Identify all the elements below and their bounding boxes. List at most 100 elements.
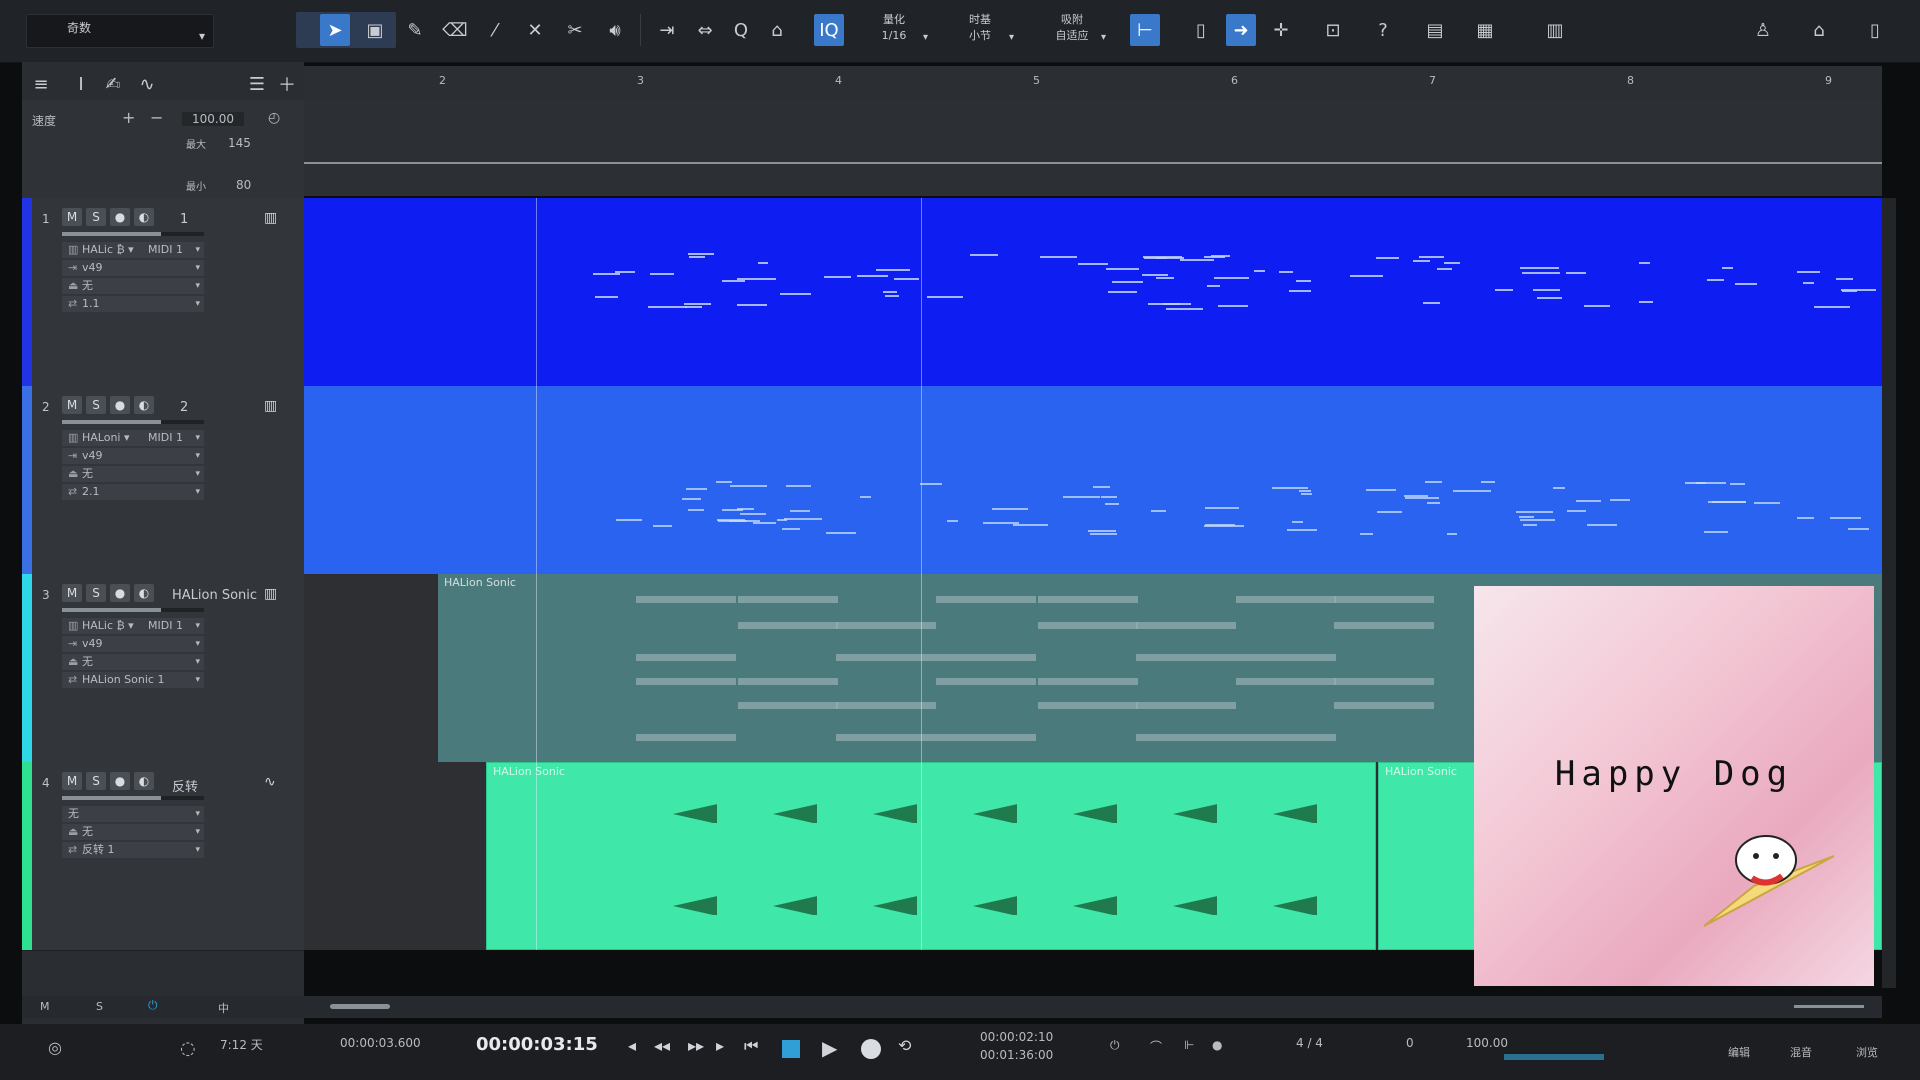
loop-end-time[interactable]: 00:01:36:00 bbox=[980, 1048, 1053, 1062]
bend-tool-icon[interactable]: ⇥ bbox=[652, 14, 682, 46]
volume-fader[interactable] bbox=[62, 232, 204, 236]
instrument-select[interactable]: ▥ HALic ₿ ▾ MIDI 1 ▾ bbox=[62, 618, 204, 634]
video-icon[interactable]: ▤ bbox=[1420, 14, 1450, 46]
window-icon[interactable]: ▯ bbox=[1860, 14, 1890, 46]
transform-icon[interactable]: ⌂ bbox=[762, 14, 792, 46]
inspector-icon[interactable]: Ⅰ bbox=[66, 68, 96, 100]
input-select[interactable]: ⇥ v49 ▾ bbox=[62, 636, 204, 652]
instrument-select[interactable]: ▥ HALoni ▾ MIDI 1 ▾ bbox=[62, 430, 204, 446]
cursor-follow-icon[interactable]: ✛ bbox=[1266, 14, 1296, 46]
iq-snap-icon[interactable]: IQ bbox=[814, 14, 844, 46]
track-name[interactable]: 2 bbox=[180, 400, 188, 415]
timebase-dropdown[interactable]: 时基 小节 ▾ bbox=[944, 12, 1016, 50]
time-signature[interactable]: 4 / 4 bbox=[1296, 1036, 1323, 1050]
user-icon[interactable]: ♙ bbox=[1748, 14, 1778, 46]
track-color-strip[interactable] bbox=[22, 574, 32, 762]
timeline-ruler[interactable]: 2 3 4 5 6 7 8 9 bbox=[304, 66, 1882, 101]
browse-tab[interactable]: 浏览 bbox=[1856, 1044, 1878, 1060]
keyboard-icon[interactable]: ▥ bbox=[264, 586, 277, 602]
solo-button[interactable]: S bbox=[86, 396, 106, 414]
mute-button[interactable]: M bbox=[62, 396, 82, 414]
fast-forward-icon[interactable]: ▸▸ bbox=[688, 1036, 704, 1055]
audio-wave-icon[interactable]: ∿ bbox=[264, 774, 276, 790]
vertical-scrollbar[interactable] bbox=[1882, 198, 1896, 988]
layout-icon[interactable]: ▥ bbox=[1540, 14, 1570, 46]
return-to-zero-icon[interactable]: ⏮ bbox=[744, 1036, 758, 1056]
track-header-1[interactable]: 1 M S ● ◐ 1 ▥ ▥ HALic ₿ ▾ MIDI 1 ▾ ⇥ v49 ▾ ⏏ 无 ▾ ⇄ 1.1 ▾ bbox=[22, 198, 304, 387]
input-select[interactable]: ⇥ v49 ▾ bbox=[62, 448, 204, 464]
home-icon[interactable]: ⌂ bbox=[1804, 14, 1834, 46]
track-2-event[interactable] bbox=[304, 386, 1882, 574]
scroll-thumb[interactable] bbox=[330, 1004, 390, 1009]
timecode-icon[interactable]: ⊡ bbox=[1318, 14, 1348, 46]
volume-fader[interactable] bbox=[62, 796, 204, 800]
track-color-strip[interactable] bbox=[22, 386, 32, 574]
footer-mute-label[interactable]: M bbox=[40, 1000, 50, 1013]
track-lane-2[interactable] bbox=[304, 386, 1882, 574]
transpose-value[interactable]: 0 bbox=[1406, 1036, 1414, 1050]
stop-button[interactable] bbox=[782, 1040, 800, 1058]
follow-icon[interactable]: ➜ bbox=[1226, 14, 1256, 46]
track-header-3[interactable]: 3 M S ● ◐ HALion Sonic ▥ ▥ HALic ₿ ▾ MIDI 1 ▾ ⇥ v49 ▾… bbox=[22, 574, 304, 763]
monitor-button[interactable]: ◐ bbox=[134, 396, 154, 414]
plus-icon[interactable]: + bbox=[122, 108, 135, 127]
channel-select[interactable]: ⇄ 1.1 ▾ bbox=[62, 296, 204, 312]
volume-fader[interactable] bbox=[62, 420, 204, 424]
position-timecode[interactable]: 00:00:03:15 bbox=[476, 1034, 598, 1055]
mute-button[interactable]: M bbox=[62, 208, 82, 226]
zoom-slider[interactable] bbox=[1794, 1005, 1864, 1008]
help-button[interactable]: ? bbox=[1368, 14, 1398, 46]
tempo-lane[interactable] bbox=[304, 100, 1882, 196]
track-header-2[interactable]: 2 M S ● ◐ 2 ▥ ▥ HALoni ▾ MIDI 1 ▾ ⇥ v49 ▾ ⏏ 无 ▾ ⇄ 2.1 ▾ bbox=[22, 386, 304, 575]
rewind-small-icon[interactable]: ◂ bbox=[628, 1036, 636, 1055]
footer-solo-label[interactable]: S bbox=[96, 1000, 103, 1013]
track-1-event[interactable] bbox=[304, 198, 1882, 386]
solo-button[interactable]: S bbox=[86, 772, 106, 790]
split-tool-icon[interactable]: ✂ bbox=[560, 14, 590, 46]
menu-icon[interactable]: ≡ bbox=[26, 68, 56, 100]
tempo-display[interactable]: 100.00 bbox=[1466, 1036, 1508, 1050]
quantize-dropdown[interactable]: 量化 1/16 ▾ bbox=[858, 12, 930, 50]
channel-select[interactable]: ⇄ HALion Sonic 1 ▾ bbox=[62, 672, 204, 688]
solo-button[interactable]: S bbox=[86, 208, 106, 226]
tempo-value-field[interactable]: 100.00 bbox=[182, 112, 244, 126]
track-color-strip[interactable] bbox=[22, 762, 32, 950]
monitor-button[interactable]: ◐ bbox=[134, 772, 154, 790]
mute-button[interactable]: M bbox=[62, 772, 82, 790]
edit-tab[interactable]: 编辑 bbox=[1728, 1044, 1750, 1060]
output-select[interactable]: ⏏ 无 ▾ bbox=[62, 466, 204, 482]
track-name[interactable]: 反转 bbox=[172, 776, 198, 795]
autoscroll-icon[interactable]: ▯ bbox=[1186, 14, 1216, 46]
record-arm-button[interactable]: ● bbox=[110, 584, 130, 602]
precount-icon[interactable]: ⌒ bbox=[1150, 1038, 1162, 1055]
solo-button[interactable]: S bbox=[86, 584, 106, 602]
footer-center-label[interactable]: 中 bbox=[218, 1000, 229, 1016]
playhead-cursor[interactable] bbox=[921, 198, 922, 950]
paint-tool-icon[interactable]: ⁄ bbox=[480, 14, 510, 46]
mute-tool-icon[interactable]: ✕ bbox=[520, 14, 550, 46]
metronome-icon[interactable]: ◎ bbox=[48, 1038, 62, 1057]
keyboard-icon[interactable]: ▥ bbox=[264, 398, 277, 414]
snap-toggle-icon[interactable]: ⊢ bbox=[1130, 14, 1160, 46]
rewind-icon[interactable]: ◂◂ bbox=[654, 1036, 670, 1055]
pencil-tool-icon[interactable]: ✎ bbox=[400, 14, 430, 46]
click-icon[interactable]: ● bbox=[1212, 1038, 1222, 1052]
grid-icon[interactable]: ▦ bbox=[1470, 14, 1500, 46]
horizontal-scrollbar[interactable] bbox=[304, 996, 1882, 1018]
eraser-tool-icon[interactable]: ⌫ bbox=[440, 14, 470, 46]
song-selector[interactable]: 奇数 ▾ bbox=[26, 14, 214, 48]
wrench-icon[interactable]: ✍ bbox=[98, 68, 128, 100]
track-header-4[interactable]: 4 M S ● ◐ 反转 ∿ 无 ▾ ⏏ 无 ▾ ⇄ 反转 1 ▾ bbox=[22, 762, 304, 951]
play-button[interactable]: ▶ bbox=[822, 1036, 837, 1060]
track-color-strip[interactable] bbox=[22, 198, 32, 386]
record-button[interactable] bbox=[861, 1039, 881, 1059]
record-arm-button[interactable]: ● bbox=[110, 772, 130, 790]
snap-dropdown[interactable]: 吸附 自适应 ▾ bbox=[1036, 12, 1108, 50]
mute-button[interactable]: M bbox=[62, 584, 82, 602]
output-select[interactable]: ⏏ 无 ▾ bbox=[62, 654, 204, 670]
add-track-icon[interactable]: ＋ bbox=[272, 68, 302, 100]
preroll-icon[interactable]: ⊩ bbox=[1184, 1038, 1194, 1052]
input-select[interactable]: 无 ▾ bbox=[62, 806, 204, 822]
input-select[interactable]: ⇥ v49 ▾ bbox=[62, 260, 204, 276]
automation-icon[interactable]: ∿ bbox=[132, 68, 162, 100]
